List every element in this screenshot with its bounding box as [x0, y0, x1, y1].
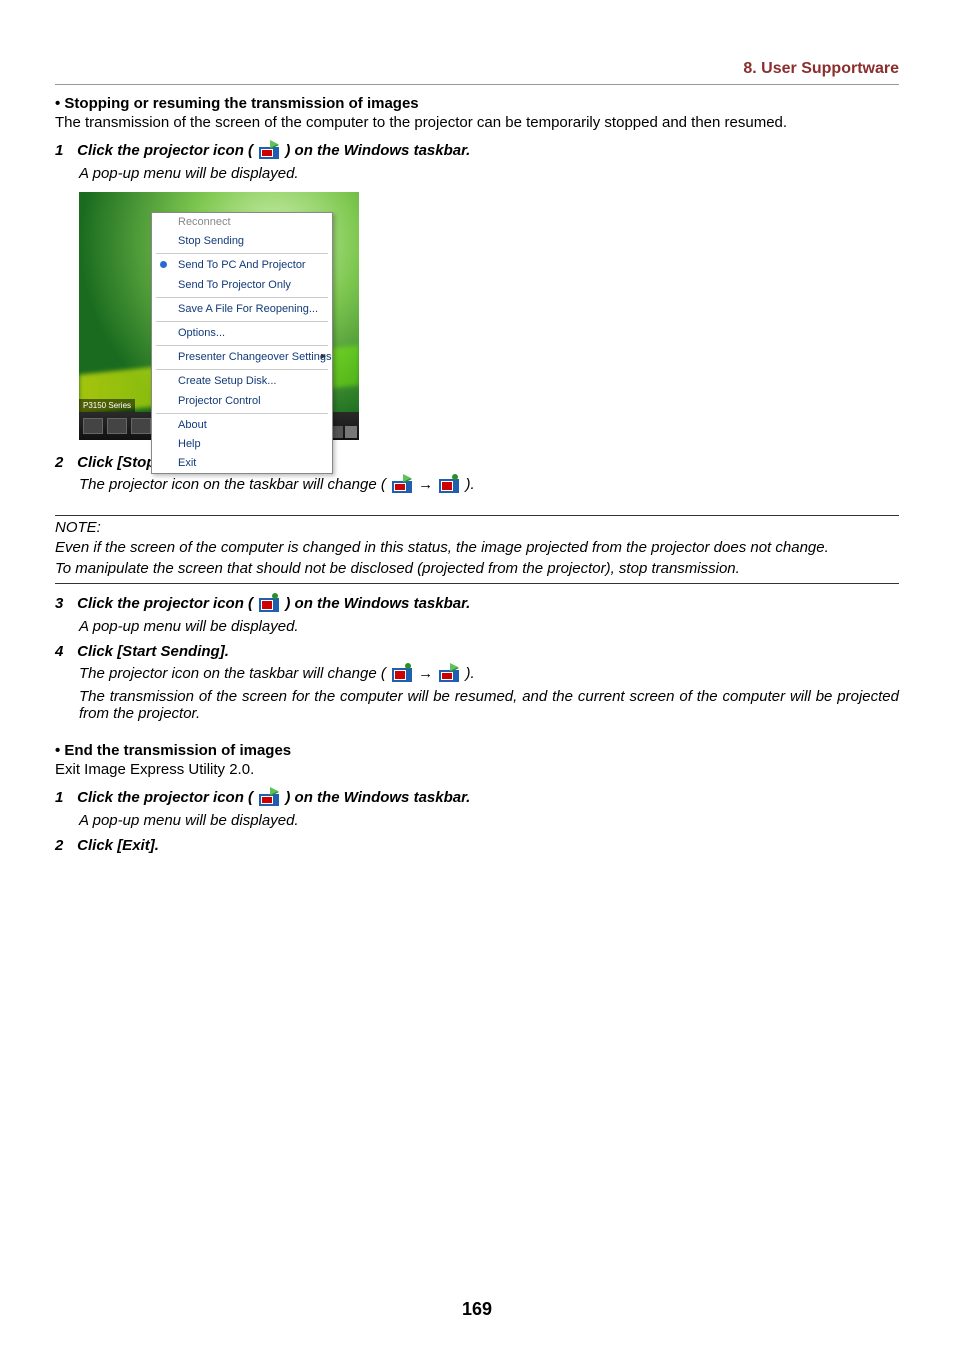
note-block: NOTE: Even if the screen of the computer…: [55, 518, 899, 579]
sub-text-b: ).: [466, 476, 475, 493]
end-step-1-sub: A pop-up menu will be displayed.: [79, 812, 899, 829]
step-2-sub: The projector icon on the taskbar will c…: [79, 473, 899, 497]
step-text-part-b: ) on the Windows taskbar.: [285, 142, 470, 159]
page-number: 169: [0, 1299, 954, 1320]
section-intro-end: Exit Image Express Utility 2.0.: [55, 761, 899, 778]
ctx-send-projector-only[interactable]: Send To Projector Only: [152, 276, 332, 295]
ctx-reconnect[interactable]: Reconnect: [152, 213, 332, 232]
ctx-stop-sending[interactable]: Stop Sending: [152, 232, 332, 251]
step-text-part-a: Click the projector icon (: [77, 142, 253, 159]
ctx-about[interactable]: About: [152, 416, 332, 435]
projector-sending-icon: [439, 662, 459, 686]
projector-stopped-icon: [259, 592, 279, 616]
taskbar-button[interactable]: [107, 418, 127, 434]
ctx-help[interactable]: Help: [152, 435, 332, 454]
step-4-sub-change: The projector icon on the taskbar will c…: [79, 662, 899, 686]
page-header: 8. User Supportware: [55, 60, 899, 85]
projector-sending-icon: [259, 786, 279, 810]
step-text-part-b: ) on the Windows taskbar.: [285, 789, 470, 806]
section-title-stop-resume: • Stopping or resuming the transmission …: [55, 95, 899, 112]
arrow-icon: →: [418, 665, 433, 682]
step-number: 1: [55, 789, 73, 806]
note-line-1: Even if the screen of the computer is ch…: [55, 538, 899, 558]
step-1: 1 Click the projector icon ( ) on the Wi…: [55, 139, 899, 163]
step-number: 3: [55, 595, 73, 612]
step-number: 2: [55, 837, 73, 854]
step-3: 3 Click the projector icon ( ) on the Wi…: [55, 592, 899, 616]
step-number: 2: [55, 454, 73, 471]
sub-text-b: ).: [466, 665, 475, 682]
sub-text-a: The projector icon on the taskbar will c…: [79, 665, 386, 682]
projector-sending-icon: [259, 139, 279, 163]
step-4-sub-resume: The transmission of the screen for the c…: [79, 688, 899, 722]
taskbar-context-menu-figure: P3150 Series Reconnect Stop Sending Send…: [79, 192, 359, 440]
taskbar-app-label: P3150 Series: [79, 399, 135, 412]
step-4: 4 Click [Start Sending].: [55, 643, 899, 660]
end-step-2: 2 Click [Exit].: [55, 837, 899, 854]
step-text: Click [Exit].: [77, 837, 159, 854]
arrow-icon: →: [418, 476, 433, 493]
projector-sending-icon: [392, 473, 412, 497]
note-label: NOTE:: [55, 518, 899, 538]
projector-stopped-icon: [439, 473, 459, 497]
ctx-save-file[interactable]: Save A File For Reopening...: [152, 300, 332, 319]
ctx-send-pc-and-projector[interactable]: Send To PC And Projector: [152, 256, 332, 275]
projector-stopped-icon: [392, 662, 412, 686]
step-text-part-a: Click the projector icon (: [77, 595, 253, 612]
taskbar-button[interactable]: [83, 418, 103, 434]
ctx-options[interactable]: Options...: [152, 324, 332, 343]
taskbar-button[interactable]: [131, 418, 151, 434]
ctx-presenter-settings[interactable]: Presenter Changeover Settings: [152, 348, 332, 367]
note-line-2: To manipulate the screen that should not…: [55, 559, 899, 579]
section-intro: The transmission of the screen of the co…: [55, 114, 899, 131]
step-text-part-b: ) on the Windows taskbar.: [285, 595, 470, 612]
step-number: 1: [55, 142, 73, 159]
ctx-create-setup-disk[interactable]: Create Setup Disk...: [152, 372, 332, 391]
step-text: Click [Start Sending].: [77, 643, 229, 660]
section-title-end: • End the transmission of images: [55, 742, 899, 759]
step-number: 4: [55, 643, 73, 660]
ctx-projector-control[interactable]: Projector Control: [152, 392, 332, 411]
step-text-part-a: Click the projector icon (: [77, 789, 253, 806]
tray-icon[interactable]: [345, 426, 357, 438]
end-step-1: 1 Click the projector icon ( ) on the Wi…: [55, 786, 899, 810]
step-3-sub: A pop-up menu will be displayed.: [79, 618, 899, 635]
context-menu: Reconnect Stop Sending Send To PC And Pr…: [151, 212, 333, 474]
ctx-exit[interactable]: Exit: [152, 454, 332, 473]
step-1-sub: A pop-up menu will be displayed.: [79, 165, 899, 182]
sub-text-a: The projector icon on the taskbar will c…: [79, 476, 386, 493]
